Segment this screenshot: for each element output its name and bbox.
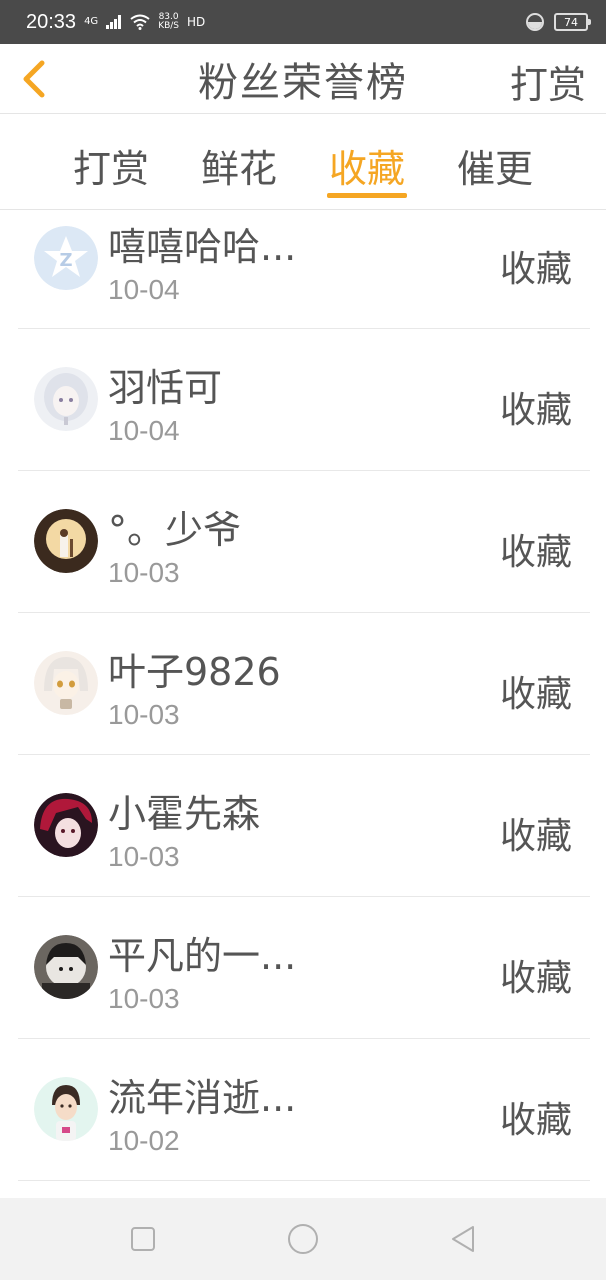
user-date: 10-03 xyxy=(108,699,180,730)
hd-label: HD xyxy=(187,15,206,29)
user-date: 10-03 xyxy=(108,983,180,1014)
action-label: 收藏 xyxy=(499,532,572,573)
action-label: 收藏 xyxy=(499,390,572,431)
action-label: 收藏 xyxy=(499,674,572,715)
user-name: 叶子9826 xyxy=(108,650,281,694)
triangle-back-icon xyxy=(452,1226,474,1252)
user-name: °。少爷 xyxy=(108,508,242,552)
recents-button[interactable] xyxy=(126,1222,160,1256)
avatar xyxy=(34,651,98,715)
svg-text:Z: Z xyxy=(59,250,72,271)
user-date: 10-04 xyxy=(108,274,180,305)
system-nav-bar xyxy=(0,1198,606,1280)
wifi-icon xyxy=(130,14,150,30)
tab-reward[interactable]: 打赏 xyxy=(73,138,149,204)
battery-icon: 74 xyxy=(554,13,591,31)
avatar xyxy=(34,1077,98,1141)
list-item[interactable]: °。少爷 10-03 收藏 xyxy=(18,471,590,613)
avatar: Z xyxy=(34,226,98,290)
signal-icon xyxy=(106,15,122,29)
user-date: 10-02 xyxy=(108,1125,180,1156)
tab-bar: 打赏 鲜花 收藏 催更 xyxy=(0,114,606,210)
status-right: 74 xyxy=(526,13,591,31)
action-label: 收藏 xyxy=(499,958,572,999)
square-icon xyxy=(131,1227,155,1251)
fan-list: Z 嘻嘻哈哈... 10-04 收藏 羽恬可 10-04 收藏 °。少爷 10-… xyxy=(18,210,590,1198)
list-item[interactable]: 羽恬可 10-04 收藏 xyxy=(18,329,590,471)
header: 粉丝荣誉榜 打赏 xyxy=(0,44,606,114)
action-label: 收藏 xyxy=(499,1100,572,1141)
data-saver-icon xyxy=(526,13,544,31)
list-item[interactable]: 平凡的一... 10-03 收藏 xyxy=(18,897,590,1039)
tab-urge[interactable]: 催更 xyxy=(457,138,533,204)
list-item[interactable]: Z 嘻嘻哈哈... 10-04 收藏 xyxy=(18,210,590,329)
network-label: 4G xyxy=(84,16,99,27)
user-name: 平凡的一... xyxy=(108,934,297,978)
home-button[interactable] xyxy=(286,1222,320,1256)
battery-level: 74 xyxy=(564,15,578,29)
list-item[interactable]: 小霍先森 10-03 收藏 xyxy=(18,755,590,897)
net-speed: 83.0 KB/S xyxy=(158,13,179,31)
avatar xyxy=(34,793,98,857)
user-date: 10-04 xyxy=(108,415,180,446)
user-date: 10-03 xyxy=(108,557,180,588)
status-icons: 4G 83.0 KB/S HD xyxy=(84,13,205,31)
speed-unit: KB/S xyxy=(158,21,180,31)
user-name: 嘻嘻哈哈... xyxy=(108,225,297,269)
back-nav-button[interactable] xyxy=(446,1222,480,1256)
avatar xyxy=(34,509,98,573)
avatar xyxy=(34,367,98,431)
tab-flowers[interactable]: 鲜花 xyxy=(201,138,277,204)
avatar xyxy=(34,935,98,999)
action-label: 收藏 xyxy=(499,249,572,290)
circle-icon xyxy=(288,1224,318,1254)
list-item[interactable]: 叶子9826 10-03 收藏 xyxy=(18,613,590,755)
user-name: 流年消逝... xyxy=(108,1076,297,1120)
tab-favorites[interactable]: 收藏 xyxy=(326,138,408,204)
action-label: 收藏 xyxy=(499,816,572,857)
user-date: 10-03 xyxy=(108,841,180,872)
list-item[interactable]: 流年消逝... 10-02 收藏 xyxy=(18,1039,590,1181)
user-name: 羽恬可 xyxy=(108,366,223,410)
status-bar: 20:33 4G 83.0 KB/S HD 74 xyxy=(0,0,606,44)
user-name: 小霍先森 xyxy=(108,792,261,836)
reward-button[interactable]: 打赏 xyxy=(510,54,586,109)
status-time: 20:33 xyxy=(26,10,77,33)
chevron-left-icon xyxy=(23,60,45,98)
back-button[interactable] xyxy=(14,56,54,102)
